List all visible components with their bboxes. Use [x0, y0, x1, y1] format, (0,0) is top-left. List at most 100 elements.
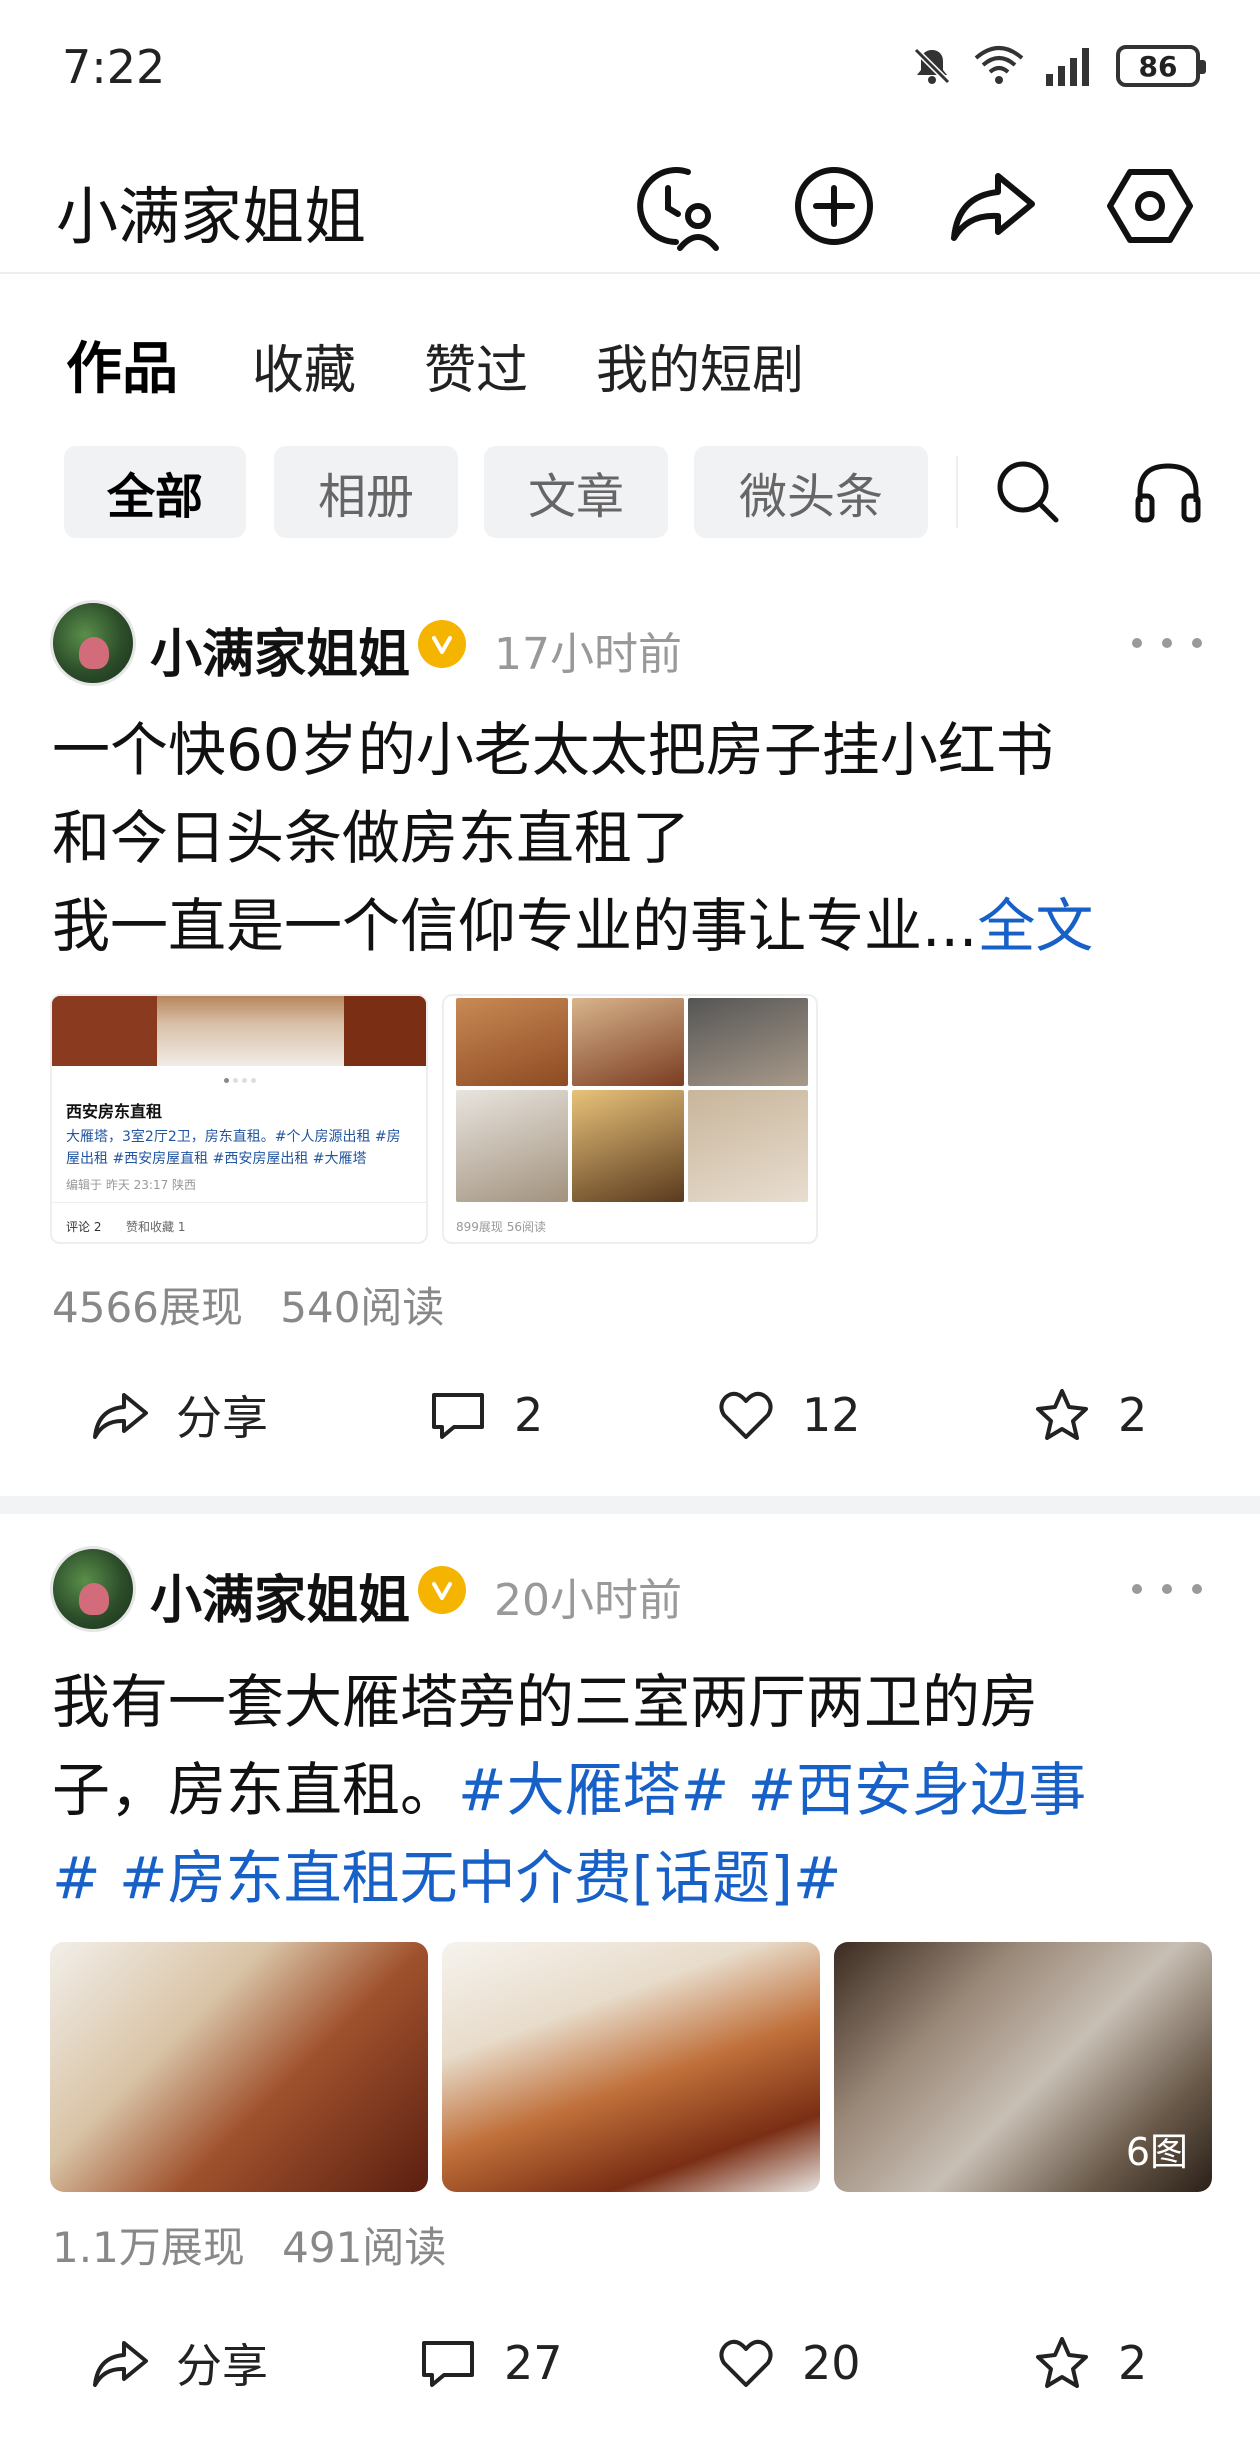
hashtag-link[interactable]: #大雁塔# #西安身边事	[458, 1756, 1086, 1824]
share-label: 分享	[176, 1391, 268, 1445]
author-name[interactable]: 小满家姐姐	[150, 1558, 410, 1633]
header-actions	[628, 158, 1198, 254]
reads-count: 491阅读	[282, 2223, 447, 2272]
status-bar: 7:22 86	[0, 0, 1260, 140]
tab-liked[interactable]: 赞过	[424, 328, 528, 403]
signal-icon	[1046, 48, 1089, 86]
post-author-row: 小满家姐姐 17小时前	[50, 600, 1210, 690]
filter-micro-posts[interactable]: 微头条	[694, 446, 928, 538]
thumb-edited: 编辑于 昨天 23:17 陕西	[66, 1178, 197, 1192]
thumb-title: 西安房东直租	[66, 1102, 163, 1121]
like-count: 20	[802, 2336, 861, 2390]
favorite-count: 2	[1118, 1388, 1148, 1442]
impressions-count: 1.1万展现	[52, 2223, 245, 2272]
audio-button[interactable]	[1132, 456, 1204, 528]
comment-button[interactable]: 2	[428, 1370, 543, 1460]
reads-count: 540阅读	[280, 1283, 445, 1332]
like-count: 12	[802, 1388, 861, 1442]
comment-count: 27	[504, 2336, 563, 2390]
post-photo[interactable]: 6图	[834, 1942, 1212, 2192]
post-stats: 1.1万展现 491阅读	[52, 2214, 446, 2275]
post-time: 17小时前	[494, 629, 682, 680]
add-icon	[795, 167, 873, 245]
post-text-line: 和今日头条做房东直租了	[52, 804, 691, 872]
filter-articles[interactable]: 文章	[484, 446, 668, 538]
share-button[interactable]: 分享	[90, 1370, 268, 1460]
comment-icon	[422, 2341, 474, 2387]
photo-count-badge: 6图	[1125, 2130, 1188, 2174]
tab-my-short-dramas[interactable]: 我的短剧	[596, 328, 804, 403]
filter-albums[interactable]: 相册	[274, 446, 458, 538]
share-icon	[951, 173, 1035, 241]
tab-works[interactable]: 作品	[66, 324, 178, 405]
add-button[interactable]	[786, 158, 882, 254]
post-text[interactable]: 我有一套大雁塔旁的三室两厅两卫的房 子，房东直租。#大雁塔# #西安身边事 # …	[52, 1658, 1212, 1922]
verified-badge-icon	[418, 620, 466, 668]
filter-divider	[956, 456, 958, 528]
post-text[interactable]: 一个快60岁的小老太太把房子挂小红书 和今日头条做房东直租了 我一直是一个信仰专…	[52, 706, 1212, 970]
favorite-button[interactable]: 2	[1032, 2318, 1147, 2408]
page-title: 小满家姐姐	[56, 180, 367, 253]
share-button[interactable]: 分享	[90, 2318, 268, 2408]
post-time: 20小时前	[494, 1575, 682, 1626]
post-thumbnail-gallery[interactable]: 899展现 56阅读	[442, 994, 818, 1244]
history-user-icon	[637, 167, 719, 251]
headphones-icon	[1135, 463, 1201, 523]
status-time: 7:22	[62, 40, 166, 94]
share-icon	[93, 1393, 148, 1439]
post-card[interactable]: 小满家姐姐 20小时前 我有一套大雁塔旁的三室两厅两卫的房 子，房东直租。#大雁…	[0, 1546, 1260, 2446]
post-stats: 4566展现 540阅读	[52, 1274, 444, 1335]
search-button[interactable]	[992, 456, 1064, 528]
mute-bell-icon	[913, 47, 951, 85]
thumb-body-line: 大雁塔，3室2厅2卫，房东直租。#个人房源出租 #房	[66, 1129, 401, 1145]
avatar[interactable]	[50, 600, 136, 686]
post-actions: 分享 27 20 2	[0, 2318, 1260, 2408]
post-author-row: 小满家姐姐 20小时前	[50, 1546, 1210, 1636]
history-user-button[interactable]	[628, 158, 724, 254]
favorite-count: 2	[1118, 2336, 1148, 2390]
post-separator	[0, 1496, 1260, 1514]
author-name[interactable]: 小满家姐姐	[150, 612, 410, 687]
avatar[interactable]	[50, 1546, 136, 1632]
hashtag-link[interactable]: # #房东直租无中介费[话题]#	[52, 1834, 1212, 1922]
post-card[interactable]: 小满家姐姐 17小时前 一个快60岁的小老太太把房子挂小红书 和今日头条做房东直…	[0, 600, 1260, 1480]
full-text-link[interactable]: 全文	[977, 892, 1093, 960]
thumb-fav-count: 赞和收藏 1	[126, 1220, 186, 1234]
thumb-gallery-stats: 899展现 56阅读	[456, 1220, 546, 1234]
post-actions: 分享 2 12 2	[0, 1370, 1260, 1460]
post-text-line: 子，房东直租。#大雁塔# #西安身边事	[52, 1756, 1087, 1824]
star-icon	[1036, 1389, 1088, 1440]
comment-button[interactable]: 27	[418, 2318, 563, 2408]
more-options-icon[interactable]	[1132, 618, 1202, 668]
settings-icon	[1107, 169, 1193, 243]
tab-favorites[interactable]: 收藏	[252, 328, 356, 403]
battery-indicator: 86	[1116, 45, 1206, 87]
verified-badge-icon	[418, 1566, 466, 1614]
star-icon	[1036, 2337, 1088, 2388]
status-icons: 86	[910, 44, 1206, 88]
like-button[interactable]: 12	[716, 1370, 861, 1460]
post-text-line: 我一直是一个信仰专业的事让专业...全文	[52, 892, 1094, 960]
filter-bar: 全部 相册 文章 微头条	[0, 446, 1260, 538]
filter-all[interactable]: 全部	[64, 446, 246, 538]
wifi-icon	[974, 46, 1024, 84]
share-icon	[93, 2341, 148, 2387]
thumb-body-line: 屋出租 #西安房屋直租 #西安房屋出租 #大雁塔	[66, 1151, 367, 1167]
settings-button[interactable]	[1102, 158, 1198, 254]
share-profile-button[interactable]	[944, 158, 1040, 254]
impressions-count: 4566展现	[52, 1283, 243, 1332]
post-photo[interactable]	[442, 1942, 820, 2192]
post-text-line: 我有一套大雁塔旁的三室两厅两卫的房	[52, 1668, 1039, 1736]
post-thumbnail-document[interactable]: 西安房东直租 大雁塔，3室2厅2卫，房东直租。#个人房源出租 #房 屋出租 #西…	[50, 994, 428, 1244]
comment-count: 2	[514, 1388, 544, 1442]
more-options-icon[interactable]	[1132, 1564, 1202, 1614]
like-button[interactable]: 20	[716, 2318, 861, 2408]
post-text-line: 一个快60岁的小老太太把房子挂小红书	[52, 716, 1054, 784]
heart-icon	[719, 1391, 773, 1439]
comment-icon	[432, 1393, 484, 1439]
heart-icon	[719, 2339, 773, 2387]
favorite-button[interactable]: 2	[1032, 1370, 1147, 1460]
share-label: 分享	[176, 2339, 268, 2393]
post-photo[interactable]	[50, 1942, 428, 2192]
profile-header: 小满家姐姐	[0, 140, 1260, 274]
